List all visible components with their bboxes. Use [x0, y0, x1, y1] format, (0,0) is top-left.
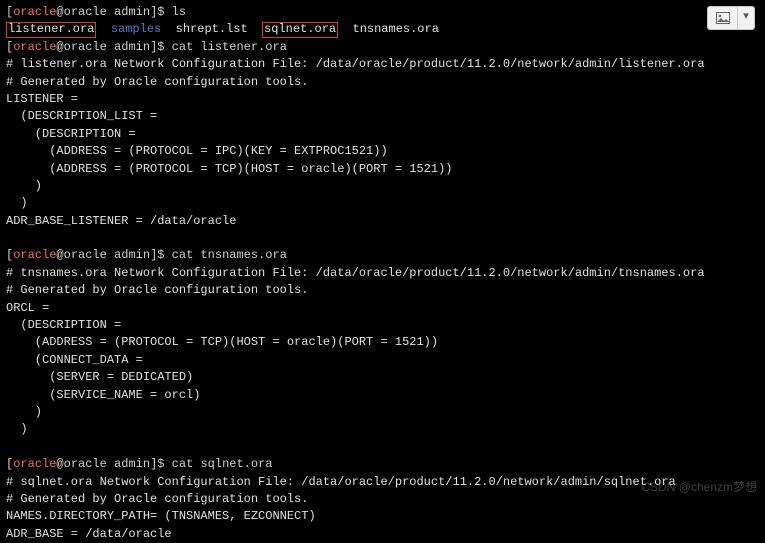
file-tnsnames: tnsnames.ora — [353, 22, 439, 36]
toolbar: ▾ — [707, 6, 755, 30]
output-line: # Generated by Oracle configuration tool… — [6, 74, 759, 91]
output-line: (SERVER = DEDICATED) — [6, 369, 759, 386]
output-line: (CONNECT_DATA = — [6, 352, 759, 369]
file-listener: listener.ora — [8, 22, 94, 36]
output-line: ADR_BASE = /data/oracle — [6, 526, 759, 543]
prompt-line: [oracle@oracle admin]$ cat sqlnet.ora — [6, 456, 759, 473]
dropdown-button[interactable]: ▾ — [737, 6, 755, 30]
output-line: # listener.ora Network Configuration Fil… — [6, 56, 759, 73]
dir-samples: samples — [111, 22, 161, 36]
ls-output: listener.ora samples shrept.lst sqlnet.o… — [6, 21, 759, 38]
prompt-user: oracle — [13, 5, 56, 19]
highlight-box: sqlnet.ora — [262, 22, 338, 37]
output-line: (ADDRESS = (PROTOCOL = IPC)(KEY = EXTPRO… — [6, 143, 759, 160]
output-blank — [6, 439, 759, 456]
output-line: ADR_BASE_LISTENER = /data/oracle — [6, 213, 759, 230]
output-line: ) — [6, 421, 759, 438]
prompt-host: oracle — [64, 5, 107, 19]
output-line: # tnsnames.ora Network Configuration Fil… — [6, 265, 759, 282]
file-shrept: shrept.lst — [176, 22, 248, 36]
output-line: (DESCRIPTION = — [6, 126, 759, 143]
output-blank — [6, 230, 759, 247]
prompt-line: [oracle@oracle admin]$ ls — [6, 4, 759, 21]
output-line: ) — [6, 404, 759, 421]
prompt-line: [oracle@oracle admin]$ cat tnsnames.ora — [6, 247, 759, 264]
command: cat listener.ora — [172, 40, 287, 54]
prompt-line: [oracle@oracle admin]$ cat listener.ora — [6, 39, 759, 56]
highlight-box: listener.ora — [6, 22, 96, 37]
output-line: (DESCRIPTION = — [6, 317, 759, 334]
file-sqlnet: sqlnet.ora — [264, 22, 336, 36]
prompt-path: admin — [114, 5, 150, 19]
image-button[interactable] — [707, 6, 737, 30]
output-line: NAMES.DIRECTORY_PATH= (TNSNAMES, EZCONNE… — [6, 508, 759, 525]
image-icon — [716, 12, 730, 24]
chevron-down-icon: ▾ — [743, 10, 749, 26]
command: cat tnsnames.ora — [172, 248, 287, 262]
output-line: # sqlnet.ora Network Configuration File:… — [6, 474, 759, 491]
output-line: (ADDRESS = (PROTOCOL = TCP)(HOST = oracl… — [6, 334, 759, 351]
output-line: (DESCRIPTION_LIST = — [6, 108, 759, 125]
output-line: # Generated by Oracle configuration tool… — [6, 282, 759, 299]
output-line: ) — [6, 195, 759, 212]
output-line: (ADDRESS = (PROTOCOL = TCP)(HOST = oracl… — [6, 161, 759, 178]
command: ls — [172, 5, 186, 19]
output-line: LISTENER = — [6, 91, 759, 108]
command: cat sqlnet.ora — [172, 457, 273, 471]
output-line: ORCL = — [6, 300, 759, 317]
output-line: (SERVICE_NAME = orcl) — [6, 387, 759, 404]
output-line: ) — [6, 178, 759, 195]
